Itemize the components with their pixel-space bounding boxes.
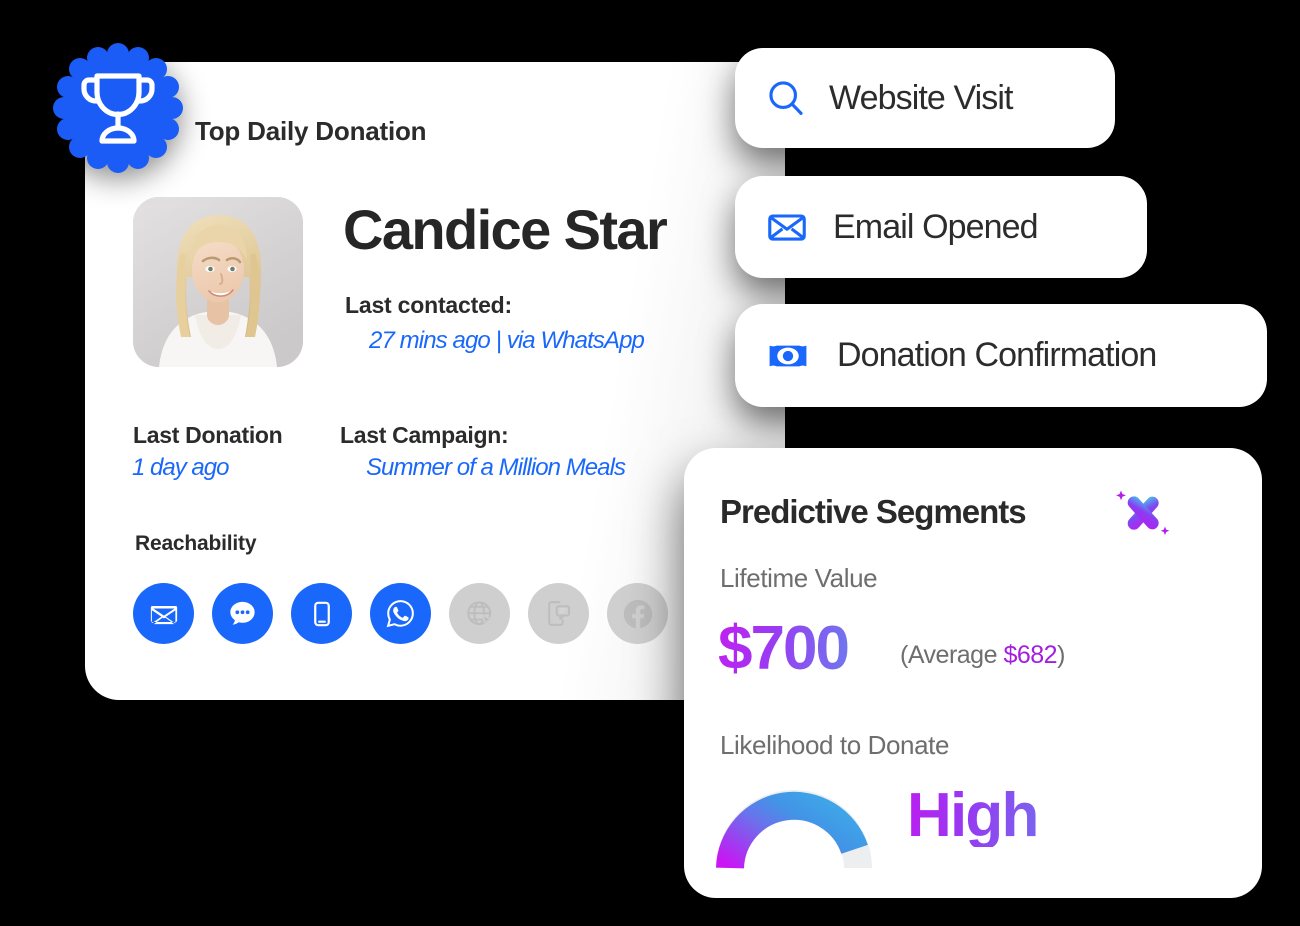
last-donation-label: Last Donation [133, 422, 283, 448]
last-campaign-label: Last Campaign: [340, 422, 509, 448]
reachability-channel-email[interactable] [133, 583, 194, 644]
whatsapp-icon [385, 598, 416, 629]
event-pill-label: Donation Confirmation [837, 336, 1157, 374]
envelope-outline-icon [765, 205, 809, 249]
person-name: Candice Star [343, 198, 668, 261]
reachability-label: Reachability [135, 532, 257, 555]
reachability-channel-whatsapp[interactable] [370, 583, 431, 644]
badge-scallop [53, 43, 183, 173]
reachability-channel-web[interactable] [449, 583, 510, 644]
last-campaign-value: Summer of a Million Meals [366, 454, 626, 481]
lifetime-value-amount: $700 [718, 614, 850, 683]
top-daily-donation-card: Top Daily Donation Candice Star Last con… [85, 62, 785, 700]
reachability-channel-list [133, 583, 668, 644]
chat-bubble-icon [227, 598, 258, 629]
globe-cursor-icon [464, 598, 496, 630]
event-pill-website-visit[interactable]: Website Visit [735, 48, 1115, 148]
predictive-segments-card: Predictive Segments Lifetime Value $700 … [684, 448, 1262, 898]
event-pill-donation-confirmation[interactable]: Donation Confirmation [735, 304, 1267, 407]
reachability-channel-facebook[interactable] [607, 583, 668, 644]
phone-message-icon [543, 598, 574, 629]
banknote-icon [765, 333, 811, 379]
facebook-icon [621, 597, 655, 631]
reachability-channel-mobile[interactable] [291, 583, 352, 644]
reachability-channel-chat[interactable] [212, 583, 273, 644]
canvas: Top Daily Donation Candice Star Last con… [0, 0, 1300, 926]
likelihood-label: Likelihood to Donate [720, 730, 950, 760]
reachability-channel-sms[interactable] [528, 583, 589, 644]
likelihood-gauge [713, 778, 875, 870]
last-donation-value: 1 day ago [132, 454, 229, 481]
predictive-segments-title: Predictive Segments [720, 493, 1027, 530]
mobile-phone-icon [308, 600, 336, 628]
average-prefix: (Average [900, 641, 1004, 669]
trophy-badge [52, 42, 184, 174]
average-amount: $682 [1003, 641, 1058, 669]
last-contacted-label: Last contacted: [345, 292, 512, 318]
ai-sparkle-icon [1110, 484, 1176, 542]
page-title: Top Daily Donation [195, 116, 427, 146]
event-pill-email-opened[interactable]: Email Opened [735, 176, 1147, 278]
average-suffix: ) [1057, 641, 1065, 669]
avatar [133, 197, 303, 367]
lifetime-value-average: (Average $682) [900, 641, 1065, 670]
lifetime-value-label: Lifetime Value [720, 563, 878, 593]
event-pill-label: Website Visit [829, 78, 1013, 117]
likelihood-value: High [907, 781, 1039, 850]
last-contacted-value: 27 mins ago | via WhatsApp [369, 327, 645, 354]
envelope-icon [149, 599, 179, 629]
search-icon [765, 77, 807, 119]
event-pill-label: Email Opened [833, 207, 1039, 246]
